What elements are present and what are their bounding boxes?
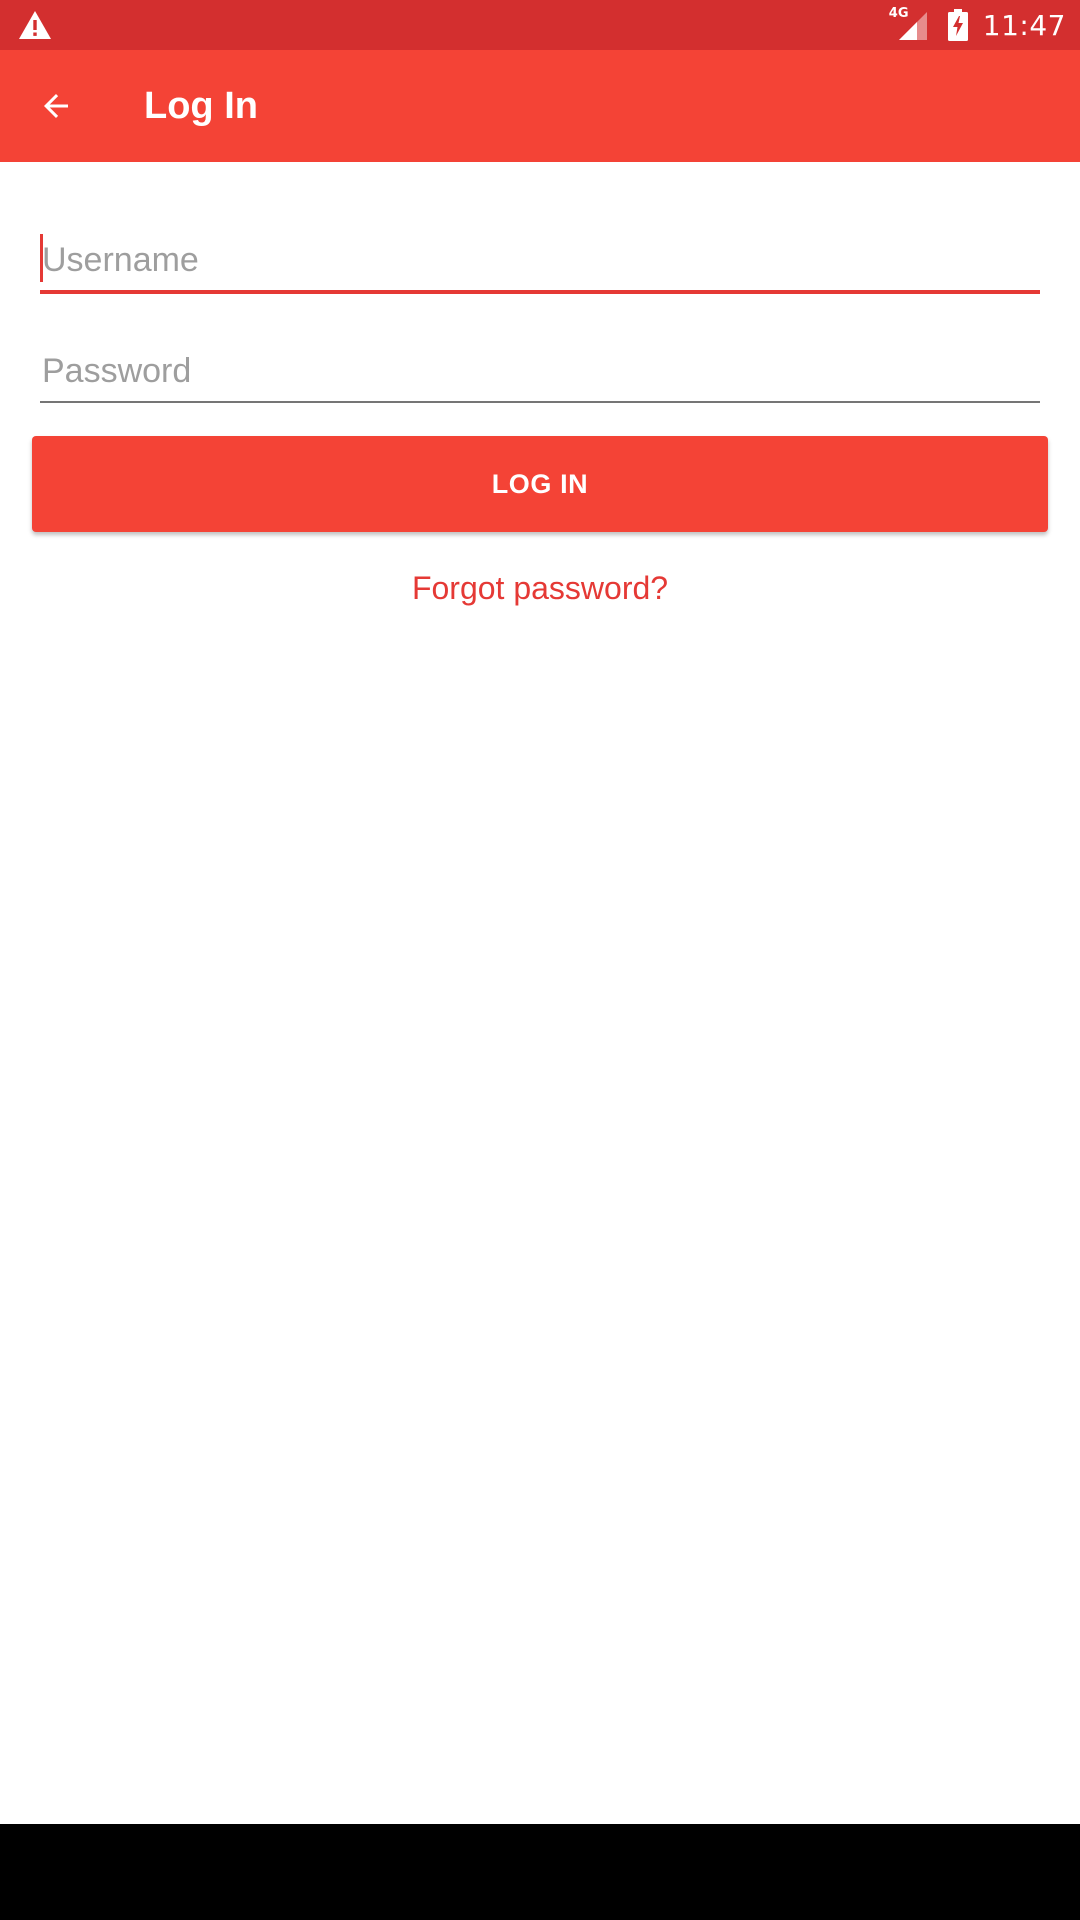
forgot-password-link[interactable]: Forgot password? <box>0 570 1080 607</box>
login-button[interactable]: LOG IN <box>32 436 1048 532</box>
status-bar: 4G 11:47 <box>0 0 1080 50</box>
login-screen: 4G 11:47 Log In Username LOG IN Forgot p… <box>0 0 1080 1920</box>
password-underline <box>40 401 1040 403</box>
warning-icon <box>19 11 51 39</box>
battery-charging-icon <box>947 9 968 41</box>
password-field[interactable] <box>40 341 1040 403</box>
signal-icon <box>898 12 927 40</box>
back-button[interactable] <box>22 72 90 140</box>
signal-indicator: 4G <box>889 6 929 42</box>
text-cursor <box>40 234 43 282</box>
page-title: Log In <box>144 85 258 127</box>
navigation-bar <box>0 1824 1080 1920</box>
arrow-back-icon <box>44 94 68 118</box>
username-input[interactable] <box>40 230 1040 290</box>
status-icons: 4G 11:47 <box>889 0 1066 50</box>
username-field[interactable] <box>40 230 1040 294</box>
app-bar: Log In <box>0 50 1080 162</box>
username-underline <box>40 290 1040 294</box>
status-time: 11:47 <box>982 8 1066 42</box>
password-input[interactable] <box>40 341 1040 401</box>
